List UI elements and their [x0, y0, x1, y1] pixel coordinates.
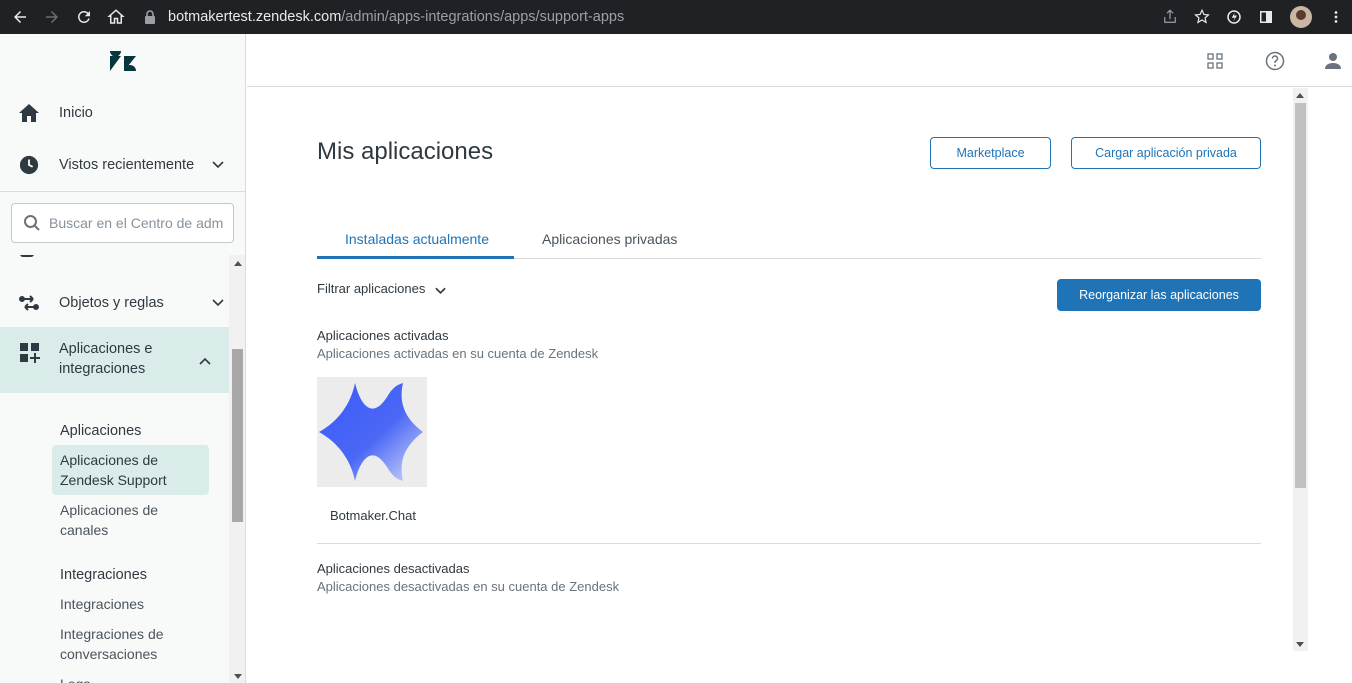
- sidebar-item-home[interactable]: Inicio: [0, 100, 245, 126]
- home-icon[interactable]: [100, 0, 132, 34]
- scroll-down-arrow-icon[interactable]: [1296, 642, 1304, 647]
- admin-search[interactable]: [11, 203, 234, 243]
- search-input[interactable]: [49, 215, 224, 231]
- chevron-down-icon: [435, 287, 447, 294]
- scroll-up-arrow-icon[interactable]: [1296, 93, 1304, 98]
- sidebar-scroll-area: Objetos y reglas Aplicaciones e integrac…: [0, 255, 245, 683]
- sidebar-scrollbar[interactable]: [229, 255, 245, 683]
- house-icon: [18, 102, 40, 124]
- main-content: Mis aplicaciones Marketplace Cargar apli…: [247, 88, 1293, 683]
- address-bar[interactable]: botmakertest.zendesk.com/admin/apps-inte…: [140, 3, 1232, 31]
- active-tab-indicator: [317, 256, 514, 259]
- chevron-down-icon: [212, 161, 224, 169]
- sidebar-subitem-conversation-integrations[interactable]: Integraciones de: [60, 624, 164, 644]
- filter-apps-dropdown[interactable]: Filtrar aplicaciones: [317, 281, 447, 296]
- disabled-apps-subtitle: Aplicaciones desactivadas en su cuenta d…: [317, 579, 620, 594]
- scrollbar-thumb[interactable]: [1295, 103, 1306, 488]
- apps-tabs: Instaladas actualmente Aplicaciones priv…: [317, 221, 1261, 259]
- subsection-heading-apps: Aplicaciones: [60, 423, 142, 439]
- scroll-down-arrow-icon[interactable]: [234, 674, 242, 679]
- main-scrollbar[interactable]: [1293, 88, 1308, 651]
- extension-icon[interactable]: [1218, 0, 1250, 34]
- zendesk-logo-icon[interactable]: [109, 51, 137, 73]
- reorder-apps-button[interactable]: Reorganizar las aplicaciones: [1057, 279, 1261, 311]
- header-bar: [247, 34, 1352, 87]
- tab-installed[interactable]: Instaladas actualmente: [345, 231, 489, 247]
- app-tile-botmaker[interactable]: [317, 377, 427, 487]
- app-name-label: Botmaker.Chat: [330, 508, 416, 523]
- menu-dots-icon[interactable]: [1320, 0, 1352, 34]
- sidebar-item-label: Vistos recientemente: [59, 157, 195, 173]
- profile-avatar[interactable]: [1290, 6, 1312, 28]
- side-panel-icon[interactable]: [1250, 0, 1282, 34]
- sidebar-subitem-conversation-integrations-line2[interactable]: conversaciones: [60, 644, 157, 664]
- sidebar-item-label-line2: integraciones: [59, 361, 146, 377]
- divider: [0, 191, 245, 192]
- user-profile-icon[interactable]: [1322, 50, 1344, 72]
- sidebar-subitem-channel-apps[interactable]: Aplicaciones de: [60, 500, 158, 520]
- sidebar-item-apps-integrations[interactable]: Aplicaciones e integraciones: [0, 327, 229, 393]
- bookmark-star-icon[interactable]: [1186, 0, 1218, 34]
- botmaker-logo-icon: [319, 383, 423, 481]
- lock-icon: [145, 10, 155, 24]
- back-arrow-icon[interactable]: [4, 0, 36, 34]
- sidebar-subitem-channel-apps-line2[interactable]: canales: [60, 520, 108, 540]
- clock-icon: [18, 154, 40, 176]
- reload-icon[interactable]: [68, 0, 100, 34]
- disabled-apps-heading: Aplicaciones desactivadas: [317, 561, 470, 576]
- filter-label: Filtrar aplicaciones: [317, 281, 426, 296]
- sidebar-item-label-line1: Aplicaciones e: [59, 341, 153, 357]
- upload-private-app-button[interactable]: Cargar aplicación privada: [1071, 137, 1261, 169]
- subitem-label-line2: Zendesk Support: [60, 472, 167, 488]
- apps-grid-plus-icon: [19, 342, 41, 364]
- chevron-down-icon: [212, 299, 224, 307]
- chevron-up-icon: [199, 357, 211, 365]
- subitem-label-line1: Aplicaciones de: [60, 452, 159, 468]
- enabled-apps-subtitle: Aplicaciones activadas en su cuenta de Z…: [317, 346, 599, 361]
- url-text: botmakertest.zendesk.com/admin/apps-inte…: [168, 9, 625, 25]
- enabled-apps-heading: Aplicaciones activadas: [317, 328, 449, 343]
- product-tray-icon[interactable]: [1204, 50, 1226, 72]
- tab-private-apps[interactable]: Aplicaciones privadas: [542, 231, 677, 247]
- admin-sidebar: Inicio Vistos recientemente Objetos y re…: [0, 34, 246, 683]
- scroll-up-arrow-icon[interactable]: [234, 261, 242, 266]
- objects-rules-icon: [18, 292, 40, 314]
- sidebar-item-label: Objetos y reglas: [59, 295, 164, 311]
- browser-toolbar: botmakertest.zendesk.com/admin/apps-inte…: [0, 0, 1352, 34]
- sidebar-item-label: Inicio: [59, 105, 93, 121]
- share-icon[interactable]: [1154, 0, 1186, 34]
- sidebar-item-recent[interactable]: Vistos recientemente: [0, 152, 245, 178]
- search-icon: [24, 215, 40, 231]
- help-icon[interactable]: [1264, 50, 1286, 72]
- forward-arrow-icon[interactable]: [36, 0, 68, 34]
- section-divider: [317, 543, 1261, 544]
- partially-hidden-item-icon: [20, 255, 34, 257]
- scrollbar-thumb[interactable]: [232, 349, 243, 522]
- marketplace-button[interactable]: Marketplace: [930, 137, 1051, 169]
- page-title: Mis aplicaciones: [317, 138, 494, 165]
- sidebar-subitem-logs[interactable]: Logs: [60, 674, 90, 683]
- sidebar-subitem-integrations[interactable]: Integraciones: [60, 594, 144, 614]
- sidebar-item-objects-rules[interactable]: Objetos y reglas: [0, 291, 245, 315]
- subsection-heading-integrations: Integraciones: [60, 567, 148, 583]
